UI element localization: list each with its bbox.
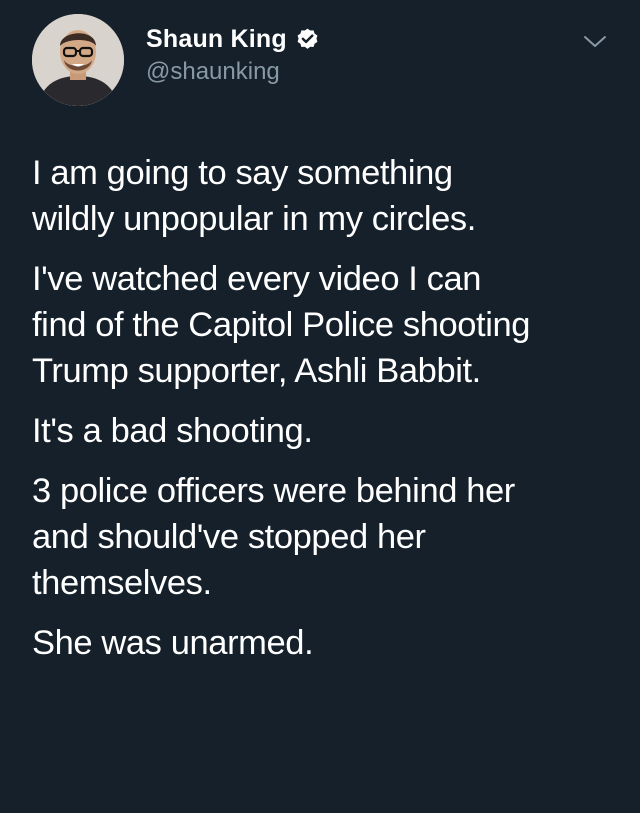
- avatar[interactable]: [32, 14, 124, 106]
- display-name[interactable]: Shaun King: [146, 25, 287, 54]
- verified-badge-icon: [295, 27, 320, 52]
- tweet-paragraph: I've watched every video I can find of t…: [32, 260, 531, 390]
- tweet-text: I am going to say something wildly unpop…: [32, 150, 622, 680]
- avatar-photo: [32, 14, 124, 106]
- tweet-header: Shaun King @shaunking: [32, 14, 608, 106]
- tweet-paragraph: I am going to say something wildly unpop…: [32, 154, 476, 238]
- author-handle[interactable]: @shaunking: [146, 58, 320, 86]
- chevron-down-icon[interactable]: [582, 34, 608, 50]
- tweet-paragraph: It's a bad shooting.: [32, 412, 313, 450]
- tweet-paragraph: 3 police officers were behind her and sh…: [32, 472, 515, 602]
- author-names: Shaun King @shaunking: [146, 22, 320, 86]
- display-name-row: Shaun King: [146, 22, 320, 56]
- tweet-paragraph: She was unarmed.: [32, 624, 314, 662]
- tweet-card: Shaun King @shaunking I am going to say …: [0, 0, 640, 813]
